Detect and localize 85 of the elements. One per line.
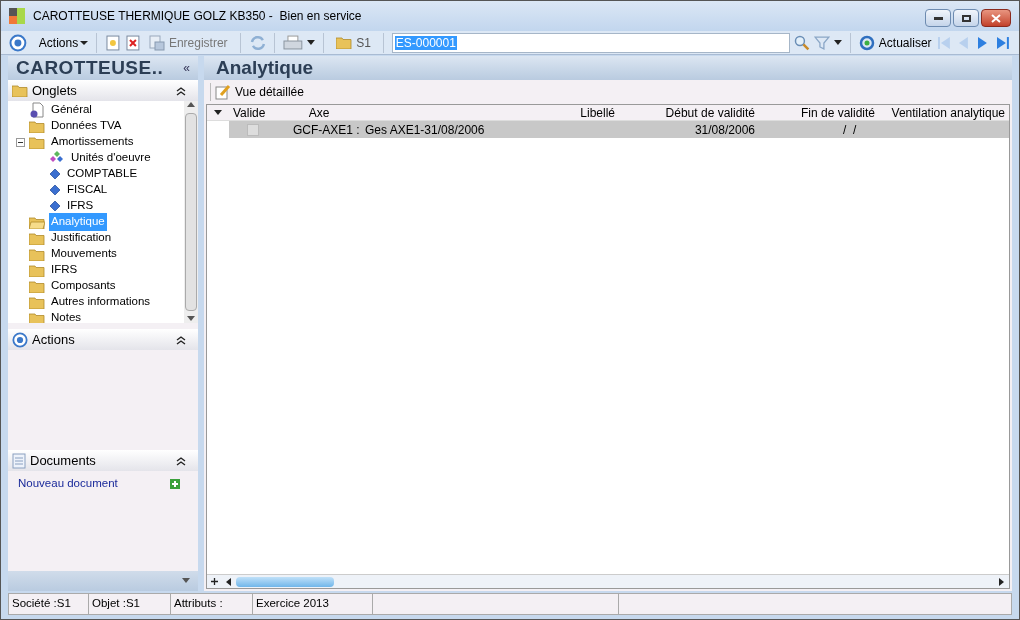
new-document-link[interactable]: Nouveau document	[18, 475, 118, 493]
sidebar-title: CAROTTEUSE..	[16, 55, 164, 80]
scroll-left-icon[interactable]	[225, 577, 233, 586]
diamond-icon	[49, 168, 61, 180]
status-field: Société :S1	[9, 594, 89, 614]
collapse-icon[interactable]	[176, 85, 186, 96]
folder-icon	[29, 311, 45, 323]
scroll-down-icon[interactable]	[187, 315, 195, 323]
tree-item[interactable]: Notes	[49, 309, 84, 323]
target-icon[interactable]	[9, 33, 27, 52]
detail-view-button[interactable]: Vue détaillée	[210, 83, 304, 101]
diamonds-icon	[49, 151, 65, 165]
tree-item[interactable]: Amortissements	[49, 133, 136, 151]
actions-menu[interactable]: Actions	[38, 33, 89, 52]
diamond-icon	[49, 184, 61, 196]
close-icon	[991, 13, 1001, 23]
folder-icon	[29, 279, 45, 293]
collapse-toggle-icon[interactable]	[16, 137, 25, 147]
delete-icon[interactable]	[125, 34, 141, 51]
column-header[interactable]: Fin de validité	[759, 103, 879, 122]
caret-icon[interactable]	[833, 38, 842, 47]
tree-item[interactable]: Général	[49, 101, 94, 119]
scrollbar[interactable]	[184, 101, 198, 323]
table-cell-text: GCF-AXE1 :	[293, 121, 360, 139]
folder-icon	[29, 263, 45, 277]
document-icon	[12, 452, 26, 469]
save-icon	[148, 34, 165, 51]
column-header[interactable]: Axe	[289, 103, 349, 122]
tree-item[interactable]: Autres informations	[49, 293, 153, 311]
tree-item[interactable]: Composants	[49, 277, 118, 295]
column-header[interactable]: Ventilation analytique	[879, 103, 1009, 122]
target-icon	[12, 331, 28, 348]
collapse-icon[interactable]	[176, 455, 186, 466]
save-button[interactable]: Enregistrer	[144, 33, 232, 52]
app-icon	[9, 8, 25, 24]
tree-item[interactable]: Unités d'oeuvre	[69, 149, 153, 167]
refresh-button[interactable]: Actualiser	[858, 33, 932, 52]
folder-button[interactable]: S1	[332, 33, 375, 52]
tree-item[interactable]: Justification	[49, 229, 114, 247]
checkbox[interactable]	[247, 123, 259, 136]
tree-item[interactable]: IFRS	[49, 261, 80, 279]
folder-icon	[12, 84, 28, 97]
panel-title: Documents	[30, 451, 96, 470]
status-field: Exercice 2013	[253, 594, 373, 614]
table-cell-text: Ges AXE1-31/08/2006	[365, 121, 485, 139]
panel-title: Onglets	[32, 81, 77, 100]
table-row[interactable]: GCF-AXE1 : Ges AXE1-31/08/2006 31/08/2006 / /	[229, 121, 1009, 138]
edit-note-icon	[215, 84, 231, 100]
close-button[interactable]	[981, 9, 1011, 27]
column-header[interactable]: Libellé	[349, 103, 619, 122]
status-field: Objet :S1	[89, 594, 171, 614]
last-record-icon[interactable]	[995, 34, 1011, 51]
tree-item[interactable]: COMPTABLE	[65, 165, 140, 183]
content-title: Analytique	[216, 55, 314, 80]
minimize-button[interactable]	[925, 9, 951, 27]
collapse-icon[interactable]	[176, 334, 186, 345]
folder-icon	[29, 247, 45, 261]
table-cell-text: / /	[842, 121, 858, 139]
add-icon[interactable]	[170, 478, 180, 489]
caret-icon	[80, 38, 89, 47]
open-folder-icon	[29, 215, 45, 229]
table-cell-text: 31/08/2006	[693, 121, 756, 139]
tree-item[interactable]: Mouvements	[49, 245, 119, 263]
caret-icon[interactable]	[214, 108, 222, 117]
tree-item[interactable]: IFRS	[65, 197, 96, 215]
window-title: CAROTTEUSE THERMIQUE GOLZ KB350 - Bien en service	[33, 8, 362, 25]
refresh-icon	[858, 34, 875, 51]
panel-title: Actions	[32, 330, 75, 349]
add-row-icon[interactable]	[210, 577, 219, 586]
folder-icon	[29, 135, 45, 149]
column-header[interactable]: Valide	[229, 103, 289, 122]
maximize-button[interactable]	[953, 9, 979, 27]
folder-icon	[29, 231, 45, 245]
tree-item[interactable]: FISCAL	[65, 181, 110, 199]
scroll-right-icon[interactable]	[998, 577, 1006, 586]
column-header[interactable]: Début de validité	[619, 103, 759, 122]
collapse-sidebar-button[interactable]: «	[183, 59, 190, 77]
search-icon[interactable]	[794, 34, 811, 51]
folder-icon	[29, 295, 45, 309]
tree-item[interactable]: Données TVA	[49, 117, 124, 135]
folder-icon	[336, 36, 353, 49]
status-field: Attributs :	[171, 594, 253, 614]
caret-icon[interactable]	[307, 38, 316, 47]
horizontal-scrollbar[interactable]	[236, 576, 334, 587]
folder-icon	[29, 119, 45, 133]
